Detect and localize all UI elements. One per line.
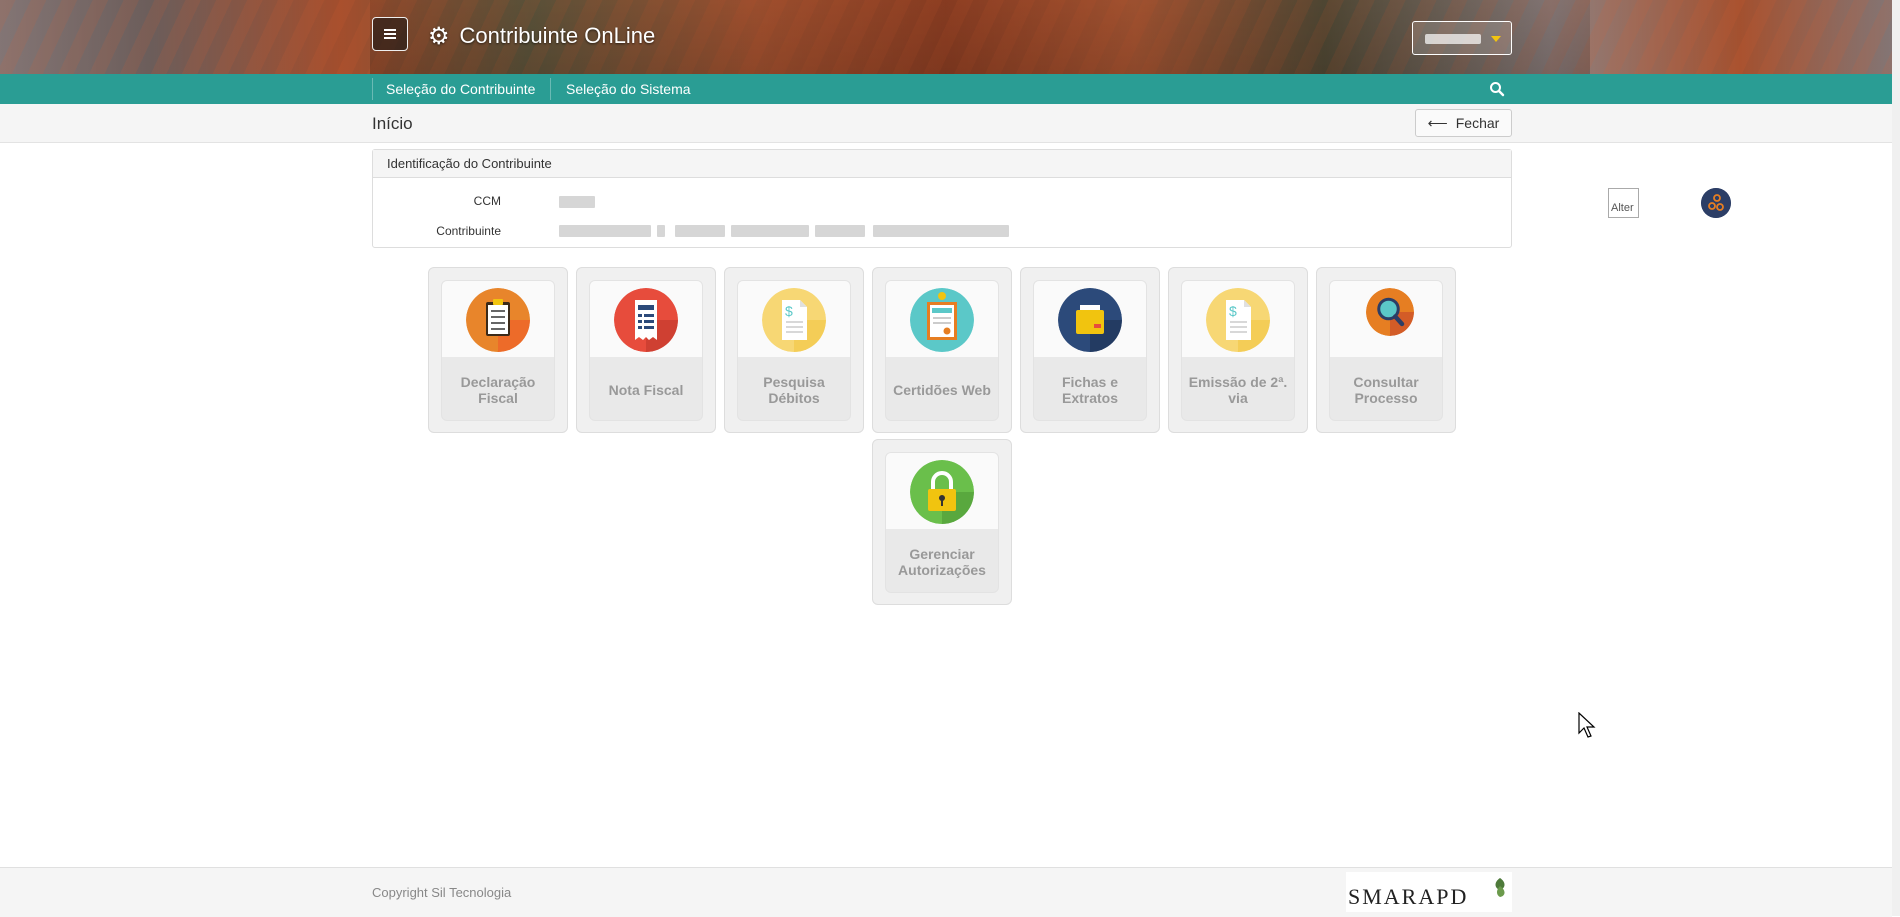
- app-title-text: Contribuinte OnLine: [459, 23, 656, 48]
- tile-label: Fichas e Extratos: [1061, 373, 1119, 406]
- tile-inner: Nota Fiscal: [589, 280, 703, 421]
- ccm-value-redacted: [559, 196, 595, 208]
- scrollbar[interactable]: [1892, 0, 1900, 916]
- org-chart-icon[interactable]: [1701, 188, 1731, 218]
- nav-separator: [372, 78, 373, 100]
- tile-icon-area: $: [1182, 281, 1294, 357]
- tile-inner: Gerenciar Autorizações: [885, 452, 999, 593]
- hamburger-icon: [384, 29, 396, 39]
- tile-label: Declaração Fiscal: [460, 373, 536, 406]
- alter-image-broken[interactable]: Alter: [1608, 188, 1639, 218]
- magnifier-icon: [1366, 288, 1414, 336]
- tile-label: Certidões Web: [893, 381, 991, 398]
- tile-certidoes-web[interactable]: Certidões Web: [872, 267, 1012, 433]
- contribuinte-value-redacted: [815, 225, 865, 237]
- tile-icon-area: [590, 281, 702, 357]
- contribuinte-value-redacted: [675, 225, 725, 237]
- footer: Copyright Sil Tecnologia SMARAPD: [0, 867, 1892, 917]
- svg-text:$: $: [1229, 303, 1237, 319]
- contribuinte-label: Contribuinte: [436, 224, 501, 238]
- tile-icon-area: [442, 281, 554, 357]
- title-bar: Início ⟵ Fechar: [0, 104, 1892, 143]
- contribuinte-value-redacted: [731, 225, 809, 237]
- page-title: Início: [372, 114, 413, 133]
- close-button[interactable]: ⟵ Fechar: [1415, 109, 1512, 137]
- tile-label: Gerenciar Autorizações: [898, 545, 986, 578]
- arrow-left-icon: ⟵: [1427, 114, 1448, 131]
- ccm-label: CCM: [473, 194, 501, 208]
- tile-icon-area: [1330, 281, 1442, 357]
- contribuinte-value-redacted: [873, 225, 1009, 237]
- tile-fichas-extratos[interactable]: Fichas e Extratos: [1020, 267, 1160, 433]
- clipboard-checklist-icon: [466, 288, 530, 352]
- close-button-label: Fechar: [1455, 115, 1500, 131]
- tile-inner: $ Pesquisa Débitos: [737, 280, 851, 421]
- smarapd-logo: SMARAPD: [1346, 872, 1512, 912]
- tile-icon-area: $: [738, 281, 850, 357]
- tile-label: Pesquisa Débitos: [763, 373, 825, 406]
- header-banner: ⚙ Contribuinte OnLine: [0, 0, 1892, 74]
- contribuinte-value-redacted: [657, 225, 665, 237]
- caret-down-icon: [1491, 36, 1501, 42]
- receipt-icon: [614, 288, 678, 352]
- tile-inner: Consultar Processo: [1329, 280, 1443, 421]
- menu-button[interactable]: [372, 17, 408, 51]
- tile-inner: $ Emissão de 2ª. via: [1181, 280, 1295, 421]
- padlock-icon: [910, 460, 974, 524]
- tile-inner: Declaração Fiscal: [441, 280, 555, 421]
- tile-pesquisa-debitos[interactable]: $ Pesquisa Débitos: [724, 267, 864, 433]
- search-icon[interactable]: [1489, 81, 1505, 97]
- svg-text:$: $: [785, 303, 793, 319]
- user-menu-button[interactable]: [1412, 21, 1512, 55]
- user-name-redacted: [1425, 34, 1481, 44]
- tile-consultar-processo[interactable]: Consultar Processo: [1316, 267, 1456, 433]
- tile-label: Consultar Processo: [1353, 373, 1419, 406]
- tile-icon-area: [886, 453, 998, 529]
- tile-emissao-2a-via[interactable]: $ Emissão de 2ª. via: [1168, 267, 1308, 433]
- dollar-document-icon: $: [762, 288, 826, 352]
- nav-separator: [550, 78, 551, 100]
- tile-icon-area: [886, 281, 998, 357]
- dollar-document-icon: $: [1206, 288, 1270, 352]
- identification-panel: Identificação do Contribuinte CCM Contri…: [372, 149, 1731, 248]
- tile-inner: Certidões Web: [885, 280, 999, 421]
- tile-declaracao-fiscal[interactable]: Declaração Fiscal: [428, 267, 568, 433]
- mouse-cursor-icon: [1578, 712, 1596, 738]
- gear-icon: ⚙: [428, 22, 450, 50]
- tile-icon-area: [1034, 281, 1146, 357]
- tile-label: Emissão de 2ª. via: [1188, 373, 1288, 406]
- certificate-icon: [910, 288, 974, 352]
- folder-icon: [1058, 288, 1122, 352]
- tile-gerenciar-autorizacoes[interactable]: Gerenciar Autorizações: [872, 439, 1012, 605]
- contribuinte-value-redacted: [559, 225, 651, 237]
- logo-text: SMARAPD: [1348, 884, 1469, 909]
- leaf-icon: [1495, 878, 1505, 897]
- tile-inner: Fichas e Extratos: [1033, 280, 1147, 421]
- copyright-text: Copyright Sil Tecnologia: [372, 885, 512, 900]
- nav-item-selecao-sistema[interactable]: Seleção do Sistema: [566, 74, 691, 104]
- nav-bar: Seleção do Contribuinte Seleção do Siste…: [0, 74, 1892, 104]
- panel-title: Identificação do Contribuinte: [373, 150, 1511, 178]
- app-title: ⚙ Contribuinte OnLine: [428, 21, 655, 51]
- tile-nota-fiscal[interactable]: Nota Fiscal: [576, 267, 716, 433]
- tile-label: Nota Fiscal: [608, 381, 684, 398]
- nav-item-selecao-contribuinte[interactable]: Seleção do Contribuinte: [386, 74, 535, 104]
